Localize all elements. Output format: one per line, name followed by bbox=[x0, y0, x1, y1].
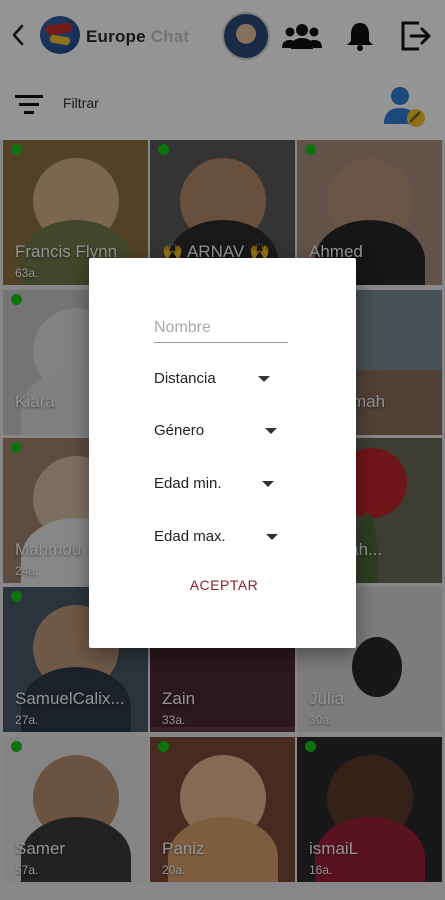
chevron-down-icon bbox=[262, 481, 274, 487]
distance-select[interactable]: Distancia bbox=[154, 363, 314, 393]
age-max-select[interactable]: Edad max. bbox=[154, 521, 314, 551]
chevron-down-icon bbox=[265, 428, 277, 434]
filter-dialog: Distancia Género Edad min. Edad max. ACE… bbox=[89, 258, 356, 648]
chevron-down-icon bbox=[258, 376, 270, 382]
age-min-label: Edad min. bbox=[154, 474, 222, 492]
gender-label: Género bbox=[154, 421, 205, 439]
distance-label: Distancia bbox=[154, 369, 216, 387]
name-input[interactable] bbox=[154, 313, 288, 343]
age-min-select[interactable]: Edad min. bbox=[154, 468, 314, 498]
gender-select[interactable]: Género bbox=[154, 415, 314, 445]
accept-button[interactable]: ACEPTAR bbox=[179, 570, 269, 600]
chevron-down-icon bbox=[266, 534, 278, 540]
age-max-label: Edad max. bbox=[154, 527, 226, 545]
